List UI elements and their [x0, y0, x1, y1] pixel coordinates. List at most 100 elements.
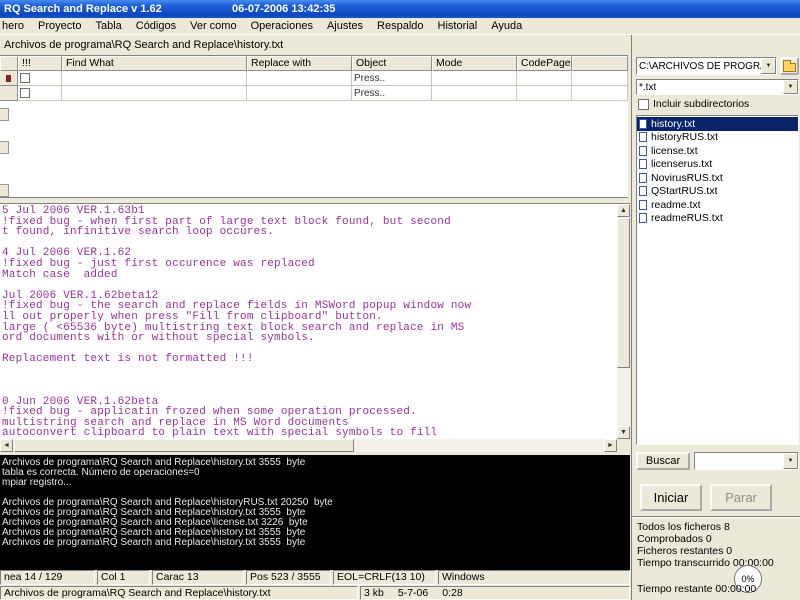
iniciar-button[interactable]: Iniciar — [640, 484, 702, 511]
object-cell[interactable]: Press.. — [352, 86, 432, 101]
header-filler — [572, 56, 628, 71]
cutoff-toolbar-icon[interactable] — [0, 141, 9, 154]
status-eol: EOL=CRLF(13 10) — [333, 570, 436, 585]
search-history-combo[interactable]: ▼ — [694, 452, 799, 470]
menu-item[interactable]: Ver como — [183, 19, 243, 33]
file-item[interactable]: readmeRUS.txt — [637, 212, 798, 226]
cutoff-toolbar-icon[interactable] — [0, 184, 9, 197]
file-item[interactable]: QStartRUS.txt — [637, 185, 798, 199]
document-icon — [639, 159, 647, 170]
file-name: readme.txt — [651, 198, 701, 211]
row-selector[interactable] — [0, 71, 18, 86]
include-subdirs-label: Incluir subdirectorios — [653, 98, 750, 110]
chevron-down-icon[interactable]: ▼ — [761, 58, 776, 74]
parar-button[interactable]: Parar — [710, 484, 772, 511]
menu-item[interactable]: Ajustes — [320, 19, 370, 33]
stats-panel: Todos los ficheros 8 Comprobados 0 Fichero… — [637, 521, 797, 569]
mode-cell[interactable] — [432, 86, 517, 101]
menu-item[interactable]: Tabla — [88, 19, 128, 33]
menu-item[interactable]: Proyecto — [31, 19, 88, 33]
document-icon — [639, 132, 647, 143]
folder-icon — [783, 59, 796, 72]
chevron-down-icon[interactable]: ▼ — [783, 453, 798, 469]
table-row[interactable]: Press.. — [0, 71, 628, 86]
file-time: 0:28 — [442, 587, 463, 599]
cutoff-toolbar-icon[interactable] — [0, 108, 9, 121]
text-line: ll out properly when press "Fill from cl… — [2, 310, 383, 323]
header-replace-with[interactable]: Replace with — [247, 56, 352, 71]
important-cell[interactable] — [18, 86, 62, 101]
editor-panel: 5 Jul 2006 VER.1.63b1 !fixed bug - when f… — [0, 203, 630, 452]
replace-with-cell[interactable] — [247, 71, 352, 86]
document-icon — [639, 145, 647, 156]
header-codepage[interactable]: CodePage — [517, 56, 572, 71]
directory-combo[interactable]: C:\ARCHIVOS DE PROGRAMA\RQ ▼ — [636, 57, 777, 75]
search-panel: C:\ARCHIVOS DE PROGRAMA\RQ ▼ *.txt ▼ Inc… — [631, 35, 800, 600]
document-icon — [639, 172, 647, 183]
menu-item[interactable]: Ayuda — [484, 19, 529, 33]
file-mask-combo[interactable]: *.txt ▼ — [636, 79, 799, 95]
browse-folder-button[interactable] — [780, 57, 799, 75]
file-name: licenserus.txt — [651, 158, 713, 171]
file-info-bar: Archivos de programa\RQ Search and Repla… — [0, 586, 630, 600]
file-list[interactable]: history.txt historyRUS.txt license.txt l… — [636, 115, 799, 445]
menu-item[interactable]: hero — [0, 19, 31, 33]
file-info-path: Archivos de programa\RQ Search and Repla… — [0, 586, 358, 600]
buscar-button[interactable]: Buscar — [636, 452, 690, 470]
file-item[interactable]: licenserus.txt — [637, 158, 798, 172]
file-item[interactable]: history.txt — [637, 117, 798, 131]
file-size: 3 kb — [364, 587, 384, 599]
replace-with-cell[interactable] — [247, 86, 352, 101]
status-line: nea 14 / 129 — [0, 570, 95, 585]
chevron-down-icon[interactable]: ▼ — [783, 80, 798, 94]
header-object[interactable]: Object — [352, 56, 432, 71]
codepage-cell[interactable] — [517, 86, 572, 101]
file-name: NovirusRUS.txt — [651, 171, 723, 184]
stat-line: Tiempo transcurrido 00:00:00 — [637, 557, 774, 569]
file-item[interactable]: historyRUS.txt — [637, 131, 798, 145]
file-info-details: 3 kb 5-7-06 0:28 — [360, 586, 630, 600]
divider — [632, 516, 800, 518]
horizontal-scroll-thumb[interactable] — [14, 439, 354, 452]
codepage-cell[interactable] — [517, 71, 572, 86]
mode-cell[interactable] — [432, 71, 517, 86]
current-file-path: Archivos de programa\RQ Search and Repla… — [4, 39, 284, 51]
table-row[interactable]: Press.. — [0, 86, 628, 101]
operation-log[interactable]: Archivos de programa\RQ Search and Repla… — [0, 455, 630, 570]
file-item[interactable]: NovirusRUS.txt — [637, 171, 798, 185]
header-find-what[interactable]: Find What — [62, 56, 247, 71]
object-cell[interactable]: Press.. — [352, 71, 432, 86]
find-what-cell[interactable] — [62, 71, 247, 86]
file-name: readmeRUS.txt — [651, 212, 723, 225]
status-col: Col 1 — [97, 570, 150, 585]
text-line — [2, 365, 617, 376]
menu-item[interactable]: Códigos — [129, 19, 183, 33]
header-mode[interactable]: Mode — [432, 56, 517, 71]
include-subdirs-checkbox[interactable] — [638, 98, 649, 110]
important-checkbox[interactable] — [20, 88, 30, 98]
menu-bar: hero Proyecto Tabla Códigos Ver como Operacio… — [0, 18, 800, 35]
text-line — [2, 376, 617, 387]
header-important[interactable]: !!! — [18, 56, 62, 71]
scroll-left-icon[interactable]: ◄ — [0, 439, 13, 452]
scroll-right-icon[interactable]: ► — [604, 439, 617, 452]
important-cell[interactable] — [18, 71, 62, 86]
title-bar[interactable]: RQ Search and Replace v 1.62 06-07-2006 … — [0, 0, 800, 18]
important-checkbox[interactable] — [20, 73, 30, 83]
menu-item[interactable]: Historial — [431, 19, 485, 33]
horizontal-scrollbar[interactable]: ◄ ► — [0, 439, 617, 452]
scroll-down-icon[interactable]: ▼ — [617, 426, 630, 439]
find-what-cell[interactable] — [62, 86, 247, 101]
scroll-up-icon[interactable]: ▲ — [617, 204, 630, 217]
vertical-scroll-thumb[interactable] — [617, 218, 630, 368]
include-subdirs-option[interactable]: Incluir subdirectorios — [638, 98, 749, 110]
history-text-view[interactable]: 5 Jul 2006 VER.1.63b1 !fixed bug - when f… — [0, 204, 617, 439]
path-bar: Archivos de programa\RQ Search and Repla… — [0, 36, 630, 54]
menu-item[interactable]: Respaldo — [370, 19, 430, 33]
row-selector[interactable] — [0, 86, 18, 101]
file-item[interactable]: license.txt — [637, 144, 798, 158]
menu-item[interactable]: Operaciones — [244, 19, 320, 33]
file-item[interactable]: readme.txt — [637, 198, 798, 212]
text-line: ord documents with or without special sy… — [2, 332, 315, 345]
vertical-scrollbar[interactable]: ▲ ▼ — [617, 204, 630, 439]
